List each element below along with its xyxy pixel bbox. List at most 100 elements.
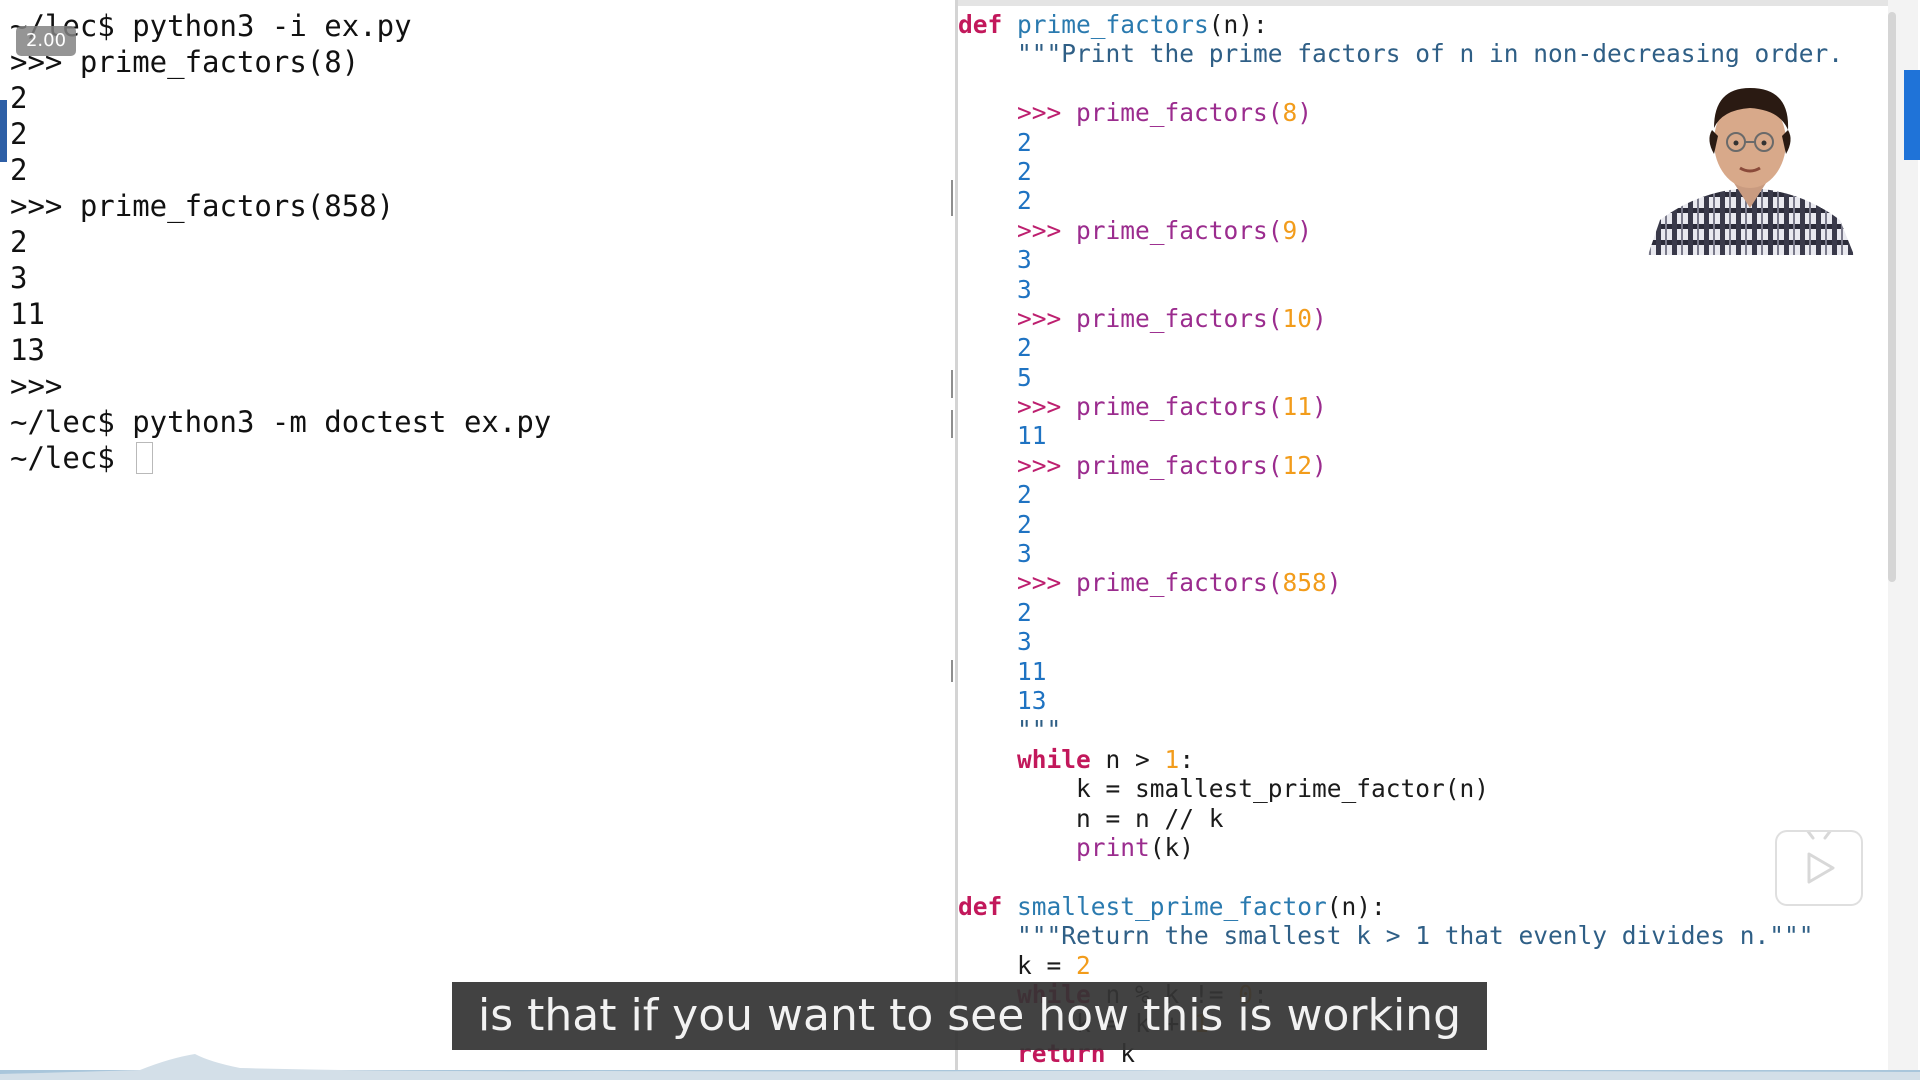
code-line: def smallest_prime_factor(n): bbox=[958, 892, 1843, 921]
terminal-prompt: ~/lec$ bbox=[10, 441, 133, 475]
code-line: print(k) bbox=[958, 833, 1843, 862]
code-token: k = bbox=[958, 950, 1077, 980]
code-token: >>> bbox=[958, 392, 1077, 422]
code-token: smallest_prime_factor bbox=[1017, 891, 1327, 921]
code-token: 1 bbox=[1164, 744, 1180, 774]
audio-waveform bbox=[0, 1054, 1920, 1080]
code-line: >>> prime_factors(11) bbox=[958, 392, 1843, 421]
code-token: : bbox=[1179, 744, 1195, 774]
code-line: 3 bbox=[958, 627, 1843, 656]
code-token: 2 bbox=[958, 597, 1032, 627]
divider-handle bbox=[951, 660, 953, 682]
code-token: >>> bbox=[958, 450, 1077, 480]
code-line: 5 bbox=[958, 363, 1843, 392]
code-token: prime_factors( bbox=[1076, 568, 1283, 598]
code-token: def bbox=[958, 10, 1003, 39]
code-line: """ bbox=[958, 715, 1843, 744]
code-token: 11 bbox=[958, 421, 1047, 451]
code-token: prime_factors bbox=[1017, 10, 1209, 39]
code-token: prime_factors( bbox=[1076, 450, 1283, 480]
play-button[interactable] bbox=[1775, 828, 1863, 906]
code-line: 2 bbox=[958, 510, 1843, 539]
code-token: def bbox=[958, 891, 1003, 921]
code-token: 13 bbox=[958, 685, 1047, 715]
text-cursor bbox=[136, 442, 154, 474]
code-token: (n): bbox=[1326, 891, 1386, 921]
code-token: 10 bbox=[1282, 303, 1313, 333]
terminal-line: 13 bbox=[10, 333, 45, 367]
code-token: 8 bbox=[1282, 98, 1298, 128]
code-token: 11 bbox=[958, 656, 1047, 686]
code-token: prime_factors( bbox=[1076, 392, 1283, 422]
code-token: ) bbox=[1312, 450, 1327, 480]
code-token: print bbox=[1076, 832, 1150, 862]
code-token: k = smallest_prime_factor(n) bbox=[958, 774, 1490, 804]
code-token: >>> bbox=[958, 303, 1077, 333]
terminal-line: 2 bbox=[10, 117, 28, 151]
divider-handle bbox=[951, 180, 953, 216]
code-token: 858 bbox=[1282, 568, 1327, 598]
code-token: >>> bbox=[958, 568, 1077, 598]
code-line: """Return the smallest k > 1 that evenly… bbox=[958, 921, 1843, 950]
code-token: 2 bbox=[958, 509, 1032, 539]
code-line: 13 bbox=[958, 686, 1843, 715]
code-token: >>> bbox=[958, 98, 1077, 128]
editor-titlebar bbox=[958, 0, 1890, 6]
code-line: def prime_factors(n): bbox=[958, 10, 1843, 39]
code-token: 3 bbox=[958, 245, 1032, 275]
video-frame: ~/lec$ python3 -i ex.py >>> prime_factor… bbox=[0, 0, 1920, 1080]
code-token: 3 bbox=[958, 627, 1032, 657]
code-token: >>> bbox=[958, 215, 1077, 245]
divider-handle bbox=[951, 370, 953, 398]
code-line: >>> prime_factors(12) bbox=[958, 451, 1843, 480]
code-line: k = 2 bbox=[958, 951, 1843, 980]
code-line: 2 bbox=[958, 480, 1843, 509]
code-token: n > bbox=[1090, 744, 1165, 774]
code-token: (k) bbox=[1149, 832, 1195, 862]
terminal-line: >>> prime_factors(858) bbox=[10, 189, 395, 223]
code-token: n = n // k bbox=[958, 803, 1224, 833]
code-token: """ bbox=[958, 715, 1062, 745]
code-line: >>> prime_factors(10) bbox=[958, 304, 1843, 333]
code-token: ) bbox=[1297, 215, 1313, 245]
divider-handle bbox=[951, 410, 953, 438]
terminal-prompt-line[interactable]: ~/lec$ bbox=[10, 440, 551, 476]
code-token: """Print the prime factors of n in non-d… bbox=[958, 39, 1844, 69]
code-token: 2 bbox=[958, 186, 1032, 216]
code-line: k = smallest_prime_factor(n) bbox=[958, 774, 1843, 803]
code-line: while n > 1: bbox=[958, 745, 1843, 774]
code-token: prime_factors( bbox=[1076, 215, 1283, 245]
code-line: n = n // k bbox=[958, 804, 1843, 833]
video-progress-bar[interactable] bbox=[0, 1048, 1920, 1080]
terminal-output: ~/lec$ python3 -i ex.py >>> prime_factor… bbox=[10, 8, 551, 476]
code-token: 2 bbox=[958, 156, 1032, 186]
code-token: """Return the smallest k > 1 that evenly… bbox=[958, 921, 1814, 951]
code-line: 3 bbox=[958, 275, 1843, 304]
terminal-pane[interactable]: ~/lec$ python3 -i ex.py >>> prime_factor… bbox=[0, 0, 955, 1080]
code-token: ) bbox=[1312, 303, 1327, 333]
code-line: >>> prime_factors(858) bbox=[958, 568, 1843, 597]
code-token: (n): bbox=[1208, 10, 1268, 39]
code-token: 5 bbox=[958, 362, 1032, 392]
editor-scrollbar-thumb[interactable] bbox=[1888, 12, 1896, 582]
terminal-line: 2 bbox=[10, 81, 28, 115]
terminal-line: >>> prime_factors(8) bbox=[10, 45, 360, 79]
playback-speed-badge[interactable]: 2.00 bbox=[16, 26, 76, 56]
terminal-line: 2 bbox=[10, 153, 28, 187]
code-token: 3 bbox=[958, 274, 1032, 304]
terminal-line: ~/lec$ python3 -m doctest ex.py bbox=[10, 405, 552, 439]
code-line: 11 bbox=[958, 421, 1843, 450]
code-line: 2 bbox=[958, 333, 1843, 362]
presenter-avatar-icon bbox=[1648, 88, 1854, 255]
code-token: 2 bbox=[958, 480, 1032, 510]
terminal-line: >>> bbox=[10, 369, 63, 403]
code-line: """Print the prime factors of n in non-d… bbox=[958, 39, 1843, 68]
code-token: prime_factors( bbox=[1076, 303, 1283, 333]
code-token: while bbox=[1017, 744, 1091, 774]
presenter-webcam bbox=[1640, 80, 1860, 255]
code-token: 2 bbox=[958, 127, 1032, 157]
